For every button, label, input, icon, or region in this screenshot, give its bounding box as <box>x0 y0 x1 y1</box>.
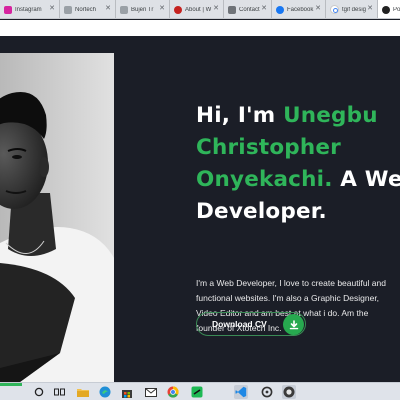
browser-tab-bar: Instagram ✕ Nortech ✕ Bujen Tr ✕ About |… <box>0 0 400 19</box>
store-icon[interactable] <box>120 385 134 399</box>
settings-icon[interactable] <box>260 385 274 399</box>
greeting-text: Hi, I'm <box>196 103 276 128</box>
tab-instagram[interactable]: Instagram ✕ <box>0 0 60 18</box>
tab-close-icon[interactable]: ✕ <box>159 5 165 12</box>
tab-close-icon[interactable]: ✕ <box>315 5 321 12</box>
headline-line-2: Christopher <box>196 132 400 164</box>
green-app-icon[interactable] <box>190 385 204 399</box>
name-middle: Christopher <box>196 135 341 160</box>
github-desktop-icon[interactable] <box>282 385 296 399</box>
google-icon <box>330 5 339 14</box>
page-icon <box>64 5 72 14</box>
tab-portfolio[interactable]: Po <box>378 0 400 18</box>
tab-facebook[interactable]: Facebook ✕ <box>272 0 326 18</box>
page-icon <box>120 5 128 14</box>
link-icon <box>174 5 182 14</box>
name-last: Onyekachi. <box>196 167 333 192</box>
role-suffix: Developer. <box>196 199 327 224</box>
tab-label: Po <box>393 6 400 13</box>
bio-line: functional websites. I'm also a Graphic … <box>196 293 380 303</box>
page-top-gap <box>0 20 400 36</box>
headline-line-1: Hi, I'm Unegbu <box>196 100 400 132</box>
name-first: Unegbu <box>283 103 378 128</box>
instagram-icon <box>4 5 12 14</box>
profile-photo <box>0 53 114 382</box>
file-explorer-icon[interactable] <box>76 385 90 399</box>
windows-taskbar <box>0 382 400 400</box>
tab-close-icon[interactable]: ✕ <box>49 5 55 12</box>
tab-google-search[interactable]: tgif desig ✕ <box>326 0 378 18</box>
mail-icon <box>228 5 236 14</box>
tab-about[interactable]: About | W ✕ <box>170 0 224 18</box>
download-icon <box>283 314 304 335</box>
tab-bujen[interactable]: Bujen Tr ✕ <box>116 0 170 18</box>
download-cv-button[interactable]: Download CV <box>196 312 306 336</box>
bio-line: I'm a Web Developer, I love to create be… <box>196 278 386 288</box>
facebook-icon <box>276 5 284 14</box>
start-indicator <box>0 383 22 386</box>
tab-close-icon[interactable]: ✕ <box>105 5 111 12</box>
tab-close-icon[interactable]: ✕ <box>261 5 267 12</box>
chrome-icon[interactable] <box>166 385 180 399</box>
edge-browser-icon[interactable] <box>98 385 112 399</box>
mail-icon[interactable] <box>144 385 158 399</box>
headline-line-4: Developer. <box>196 196 400 228</box>
portrait-illustration <box>0 53 114 382</box>
tab-close-icon[interactable]: ✕ <box>367 5 373 12</box>
download-cv-label: Download CV <box>212 319 267 329</box>
tab-nortech[interactable]: Nortech ✕ <box>60 0 116 18</box>
task-view-icon[interactable] <box>52 385 66 399</box>
tab-contact[interactable]: Contact ✕ <box>224 0 272 18</box>
search-icon[interactable] <box>32 385 46 399</box>
vscode-icon[interactable] <box>234 385 248 399</box>
role-prefix: A Web <box>340 167 400 192</box>
github-icon <box>382 5 390 14</box>
headline-line-3: Onyekachi. A Web <box>196 164 400 196</box>
hero-headline: Hi, I'm Unegbu Christopher Onyekachi. A … <box>196 100 400 228</box>
hero-section: Hi, I'm Unegbu Christopher Onyekachi. A … <box>0 36 400 382</box>
tab-close-icon[interactable]: ✕ <box>213 5 219 12</box>
